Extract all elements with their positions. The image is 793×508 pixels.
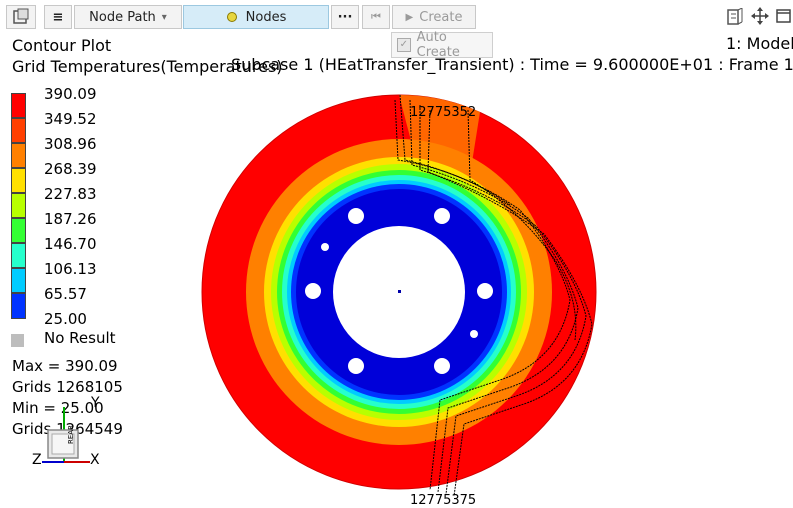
brake-disc-contour	[201, 94, 597, 490]
contour-viewport[interactable]: 12775352 12775375	[0, 0, 793, 508]
triad-x-label: X	[90, 452, 100, 468]
node-path-label-top: 12775352	[410, 105, 476, 120]
triad-face-label: REAR	[67, 425, 75, 444]
node-path-label-bottom: 12775375	[410, 493, 476, 508]
orientation-triad: REAR Y Z X	[32, 395, 100, 468]
triad-z-label: Z	[32, 452, 42, 468]
triad-y-label: Y	[90, 395, 100, 411]
